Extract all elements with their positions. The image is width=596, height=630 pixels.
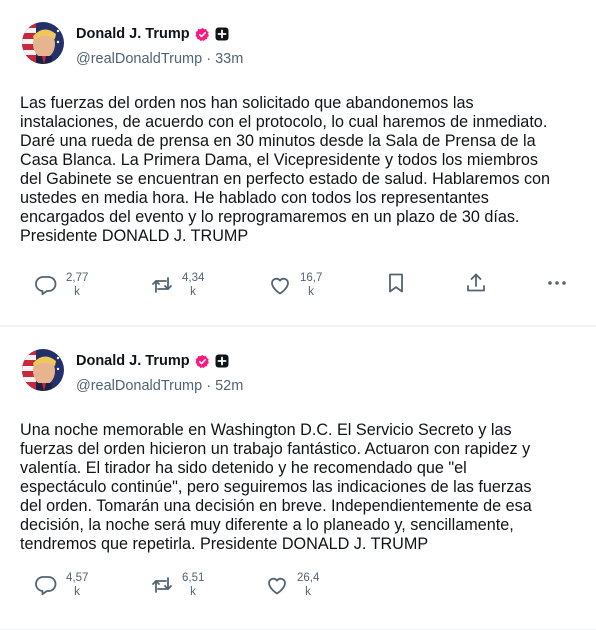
reply-icon: [35, 576, 57, 596]
avatar-image: [22, 22, 64, 64]
repost-count: 4,34 k: [182, 272, 205, 298]
share-button[interactable]: [464, 271, 488, 295]
post[interactable]: Donald J. Trump @realDonaldTrump · 33m L…: [0, 0, 596, 326]
avatar-image: [22, 349, 64, 391]
more-icon: [548, 281, 566, 285]
repost-icon: [152, 277, 172, 293]
author-display-name[interactable]: Donald J. Trump: [76, 26, 190, 42]
author-name-row: Donald J. Trump: [76, 26, 229, 42]
like-count: 16,7 k: [300, 272, 323, 298]
meta-separator: ·: [202, 378, 216, 394]
like-count: 26,4 k: [297, 572, 320, 598]
repost-icon: [152, 577, 172, 593]
repost-button[interactable]: 4,34 k: [150, 271, 204, 299]
avatar[interactable]: [22, 349, 64, 391]
author-handle[interactable]: @realDonaldTrump: [76, 51, 202, 67]
share-icon: [467, 273, 485, 292]
timeline-feed: Donald J. Trump @realDonaldTrump · 33m L…: [0, 0, 596, 630]
post-actions: 2,77 k 4,34 k 16,7 k: [0, 271, 596, 311]
meta-separator: ·: [202, 51, 216, 67]
repost-button[interactable]: 6,51 k: [150, 571, 204, 599]
plus-square-icon: [215, 27, 229, 41]
author-meta: @realDonaldTrump · 52m: [76, 378, 243, 394]
post-text: Las fuerzas del orden nos han solicitado…: [20, 94, 551, 245]
verified-badge-icon: [195, 27, 210, 42]
heart-icon: [268, 577, 286, 595]
post[interactable]: Donald J. Trump @realDonaldTrump · 52m U…: [0, 326, 596, 630]
repost-count: 6,51 k: [182, 572, 205, 598]
verified-badge-icon: [195, 354, 210, 369]
author-handle[interactable]: @realDonaldTrump: [76, 378, 202, 394]
like-button[interactable]: 26,4 k: [265, 571, 319, 599]
author-name-row: Donald J. Trump: [76, 353, 229, 369]
post-actions: 4,57 k 6,51 k 26,4 k: [0, 571, 596, 611]
reply-button[interactable]: 4,57 k: [34, 571, 88, 599]
author-display-name[interactable]: Donald J. Trump: [76, 353, 190, 369]
plus-square-icon: [215, 354, 229, 368]
like-button[interactable]: 16,7 k: [268, 271, 322, 299]
bookmark-button[interactable]: [384, 271, 408, 295]
reply-icon: [35, 276, 57, 296]
bookmark-icon: [389, 273, 403, 293]
reply-button[interactable]: 2,77 k: [34, 271, 88, 299]
reply-count: 4,57 k: [66, 572, 89, 598]
avatar[interactable]: [22, 22, 64, 64]
post-time[interactable]: 52m: [215, 378, 243, 394]
post-time[interactable]: 33m: [215, 51, 243, 67]
reply-count: 2,77 k: [66, 272, 89, 298]
post-text: Una noche memorable en Washington D.C. E…: [20, 421, 532, 553]
heart-icon: [271, 277, 289, 295]
more-button[interactable]: [545, 271, 569, 295]
author-meta: @realDonaldTrump · 33m: [76, 51, 243, 67]
